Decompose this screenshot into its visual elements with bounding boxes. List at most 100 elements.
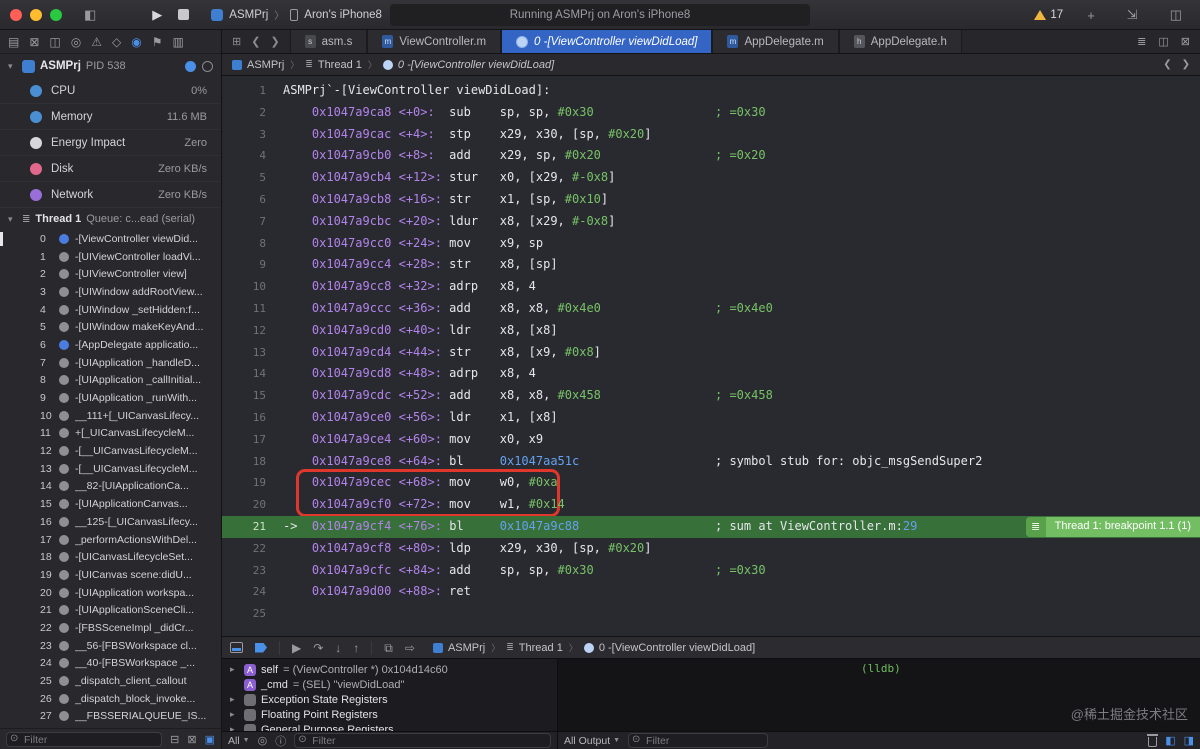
asm-line[interactable]: 15 0x1047a9cdc <+52>: add x8, x8, #0x458… [222, 385, 1200, 407]
forward-chevron-icon[interactable]: ❯ [1182, 59, 1190, 70]
asm-line[interactable]: 5 0x1047a9cb4 <+12>: stur x0, [x29, #-0x… [222, 167, 1200, 189]
close-window-button[interactable] [10, 8, 22, 21]
stack-frame-row[interactable]: 26 _dispatch_block_invoke... [0, 690, 221, 708]
stack-frame-row[interactable]: 9 -[UIApplication _runWith... [0, 389, 221, 407]
asm-line[interactable]: 18 0x1047a9ce8 <+64>: bl 0x1047aa51c ; sy… [222, 451, 1200, 473]
info-icon[interactable]: ⓘ [275, 733, 286, 749]
stack-frame-row[interactable]: 23 __56-[FBSWorkspace cl... [0, 637, 221, 655]
hide-debug-area-icon[interactable] [230, 642, 243, 653]
variable-row[interactable]: ▸ Floating Point Registers [222, 707, 557, 722]
variable-row[interactable]: ▸ Aself = (ViewController *) 0x104d14c60 [222, 662, 557, 677]
stack-frame-row[interactable]: 0 -[ViewController viewDid... [0, 230, 221, 248]
stack-frame-row[interactable]: 13 -[__UICanvasLifecycleM... [0, 460, 221, 478]
stack-frame-row[interactable]: 21 -[UIApplicationSceneCli... [0, 601, 221, 619]
stack-frame-row[interactable]: 12 -[__UICanvasLifecycleM... [0, 442, 221, 460]
run-button[interactable]: ▶ [152, 7, 162, 23]
clear-console-icon[interactable] [1147, 734, 1159, 747]
disclosure-triangle-icon[interactable]: ▸ [230, 709, 239, 720]
memory-graph-icon[interactable] [185, 60, 196, 72]
debug-navigator-icon[interactable]: ◉ [131, 36, 141, 48]
asm-line[interactable]: 13 0x1047a9cd4 <+44>: str x8, [x9, #0x8] [222, 342, 1200, 364]
disclosure-triangle-icon[interactable]: ▸ [230, 724, 239, 731]
jumpbar-crumb-thread[interactable]: ≣ Thread 1 [305, 59, 362, 71]
report-navigator-icon[interactable]: ▥ [172, 36, 183, 48]
continue-execution-icon[interactable]: ▶ [292, 642, 301, 654]
stack-frame-row[interactable]: 4 -[UIWindow _setHidden:f... [0, 301, 221, 319]
console-filter-input[interactable] [628, 733, 769, 748]
stack-frame-row[interactable]: 8 -[UIApplication _callInitial... [0, 372, 221, 390]
stack-frame-row[interactable]: 17 _performActionsWithDel... [0, 531, 221, 549]
gauge-row-memory[interactable]: Memory 11.6 MB [0, 104, 221, 130]
disclosure-triangle-icon[interactable]: ▾ [8, 61, 17, 72]
editor-tab[interactable]: 0 -[ViewController viewDidLoad] [501, 30, 713, 53]
stack-frame-row[interactable]: 20 -[UIApplication workspa... [0, 584, 221, 602]
stack-frame-row[interactable]: 25 _dispatch_client_callout [0, 672, 221, 690]
stack-frame-row[interactable]: 10 __111+[_UICanvasLifecy... [0, 407, 221, 425]
stack-frame-row[interactable]: 1 -[UIViewController loadVi... [0, 248, 221, 266]
zoom-window-button[interactable] [50, 8, 62, 21]
gauge-row-network[interactable]: Network Zero KB/s [0, 182, 221, 208]
variable-row[interactable]: ▸ Exception State Registers [222, 692, 557, 707]
asm-line[interactable]: 14 0x1047a9cd8 <+48>: adrp x8, 4 [222, 363, 1200, 385]
editor-tab[interactable]: m ViewController.m [367, 30, 502, 53]
gauge-row-energy-impact[interactable]: Energy Impact Zero [0, 130, 221, 156]
disclosure-triangle-icon[interactable]: ▾ [8, 214, 17, 225]
step-out-icon[interactable]: ↑ [353, 642, 359, 654]
stack-frame-row[interactable]: 18 -[UICanvasLifecycleSet... [0, 548, 221, 566]
jumpbar-crumb-project[interactable]: ASMPrj [232, 59, 284, 71]
process-row[interactable]: ▾ ASMPrj PID 538 [0, 54, 221, 78]
back-chevron-icon[interactable]: ❮ [1163, 59, 1171, 70]
asm-line[interactable]: 24 0x1047a9d00 <+88>: ret [222, 581, 1200, 603]
stack-frame-row[interactable]: 6 -[AppDelegate applicatio... [0, 336, 221, 354]
symbol-navigator-icon[interactable]: ◫ [49, 36, 60, 48]
back-chevron-icon[interactable]: ❮ [251, 35, 260, 48]
show-crashed-threads-icon[interactable]: ⊟ [170, 733, 179, 746]
navigator-filter-input[interactable] [6, 732, 163, 747]
console-scope-selector[interactable]: All Output ▼ [564, 735, 620, 747]
minimize-window-button[interactable] [30, 8, 42, 21]
project-navigator-icon[interactable]: ▤ [8, 36, 19, 48]
view-hierarchy-icon[interactable]: ⧉ [384, 642, 393, 654]
related-items-icon[interactable]: ⊞ [232, 35, 241, 48]
test-navigator-icon[interactable]: ◇ [112, 36, 121, 48]
asm-line[interactable]: 4 0x1047a9cb0 <+8>: add x29, sp, #0x20 ; … [222, 145, 1200, 167]
toggle-toolbar-icon[interactable]: ◧ [84, 7, 96, 23]
show-console-view-icon[interactable]: ◨ [1184, 734, 1194, 747]
close-editor-icon[interactable]: ⊠ [1181, 35, 1190, 48]
asm-line[interactable]: 6 0x1047a9cb8 <+16>: str x1, [sp, #0x10] [222, 189, 1200, 211]
asm-line[interactable]: 17 0x1047a9ce4 <+60>: mov x0, x9 [222, 429, 1200, 451]
stack-frame-row[interactable]: 27 __FBSSERIALQUEUE_IS... [0, 708, 221, 726]
issue-navigator-icon[interactable]: ⚠ [91, 36, 102, 48]
gauge-row-cpu[interactable]: CPU 0% [0, 78, 221, 104]
scheme-selector[interactable]: ASMPrj 〉 Aron's iPhone8 [211, 7, 382, 22]
stack-frame-row[interactable]: 2 -[UIViewController view] [0, 265, 221, 283]
step-into-icon[interactable]: ↓ [335, 642, 341, 654]
asm-line[interactable]: 2 0x1047a9ca8 <+0>: sub sp, sp, #0x30 ; =… [222, 102, 1200, 124]
variable-row[interactable]: A _cmd = (SEL) "viewDidLoad" [222, 677, 557, 692]
forward-chevron-icon[interactable]: ❯ [270, 35, 279, 48]
breakpoint-hit-badge[interactable]: ≣ Thread 1: breakpoint 1.1 (1) [1025, 516, 1200, 537]
stack-frame-row[interactable]: 24 __40-[FBSWorkspace _... [0, 655, 221, 673]
asm-line[interactable]: 3 0x1047a9cac <+4>: stp x29, x30, [sp, #… [222, 124, 1200, 146]
editor-tab[interactable]: m AppDelegate.m [712, 30, 839, 53]
stack-frame-row[interactable]: 22 -[FBSSceneImpl _didCr... [0, 619, 221, 637]
breakpoints-toggle-icon[interactable] [255, 642, 267, 653]
asm-line[interactable]: 8 0x1047a9cc0 <+24>: mov x9, sp [222, 233, 1200, 255]
asm-line[interactable]: 7 0x1047a9cbc <+20>: ldur x8, [x29, #-0x… [222, 211, 1200, 233]
add-editor-icon[interactable]: ◫ [1158, 35, 1168, 48]
stack-frame-row[interactable]: 15 -[UIApplicationCanvas... [0, 495, 221, 513]
stack-frame-row[interactable]: 14 __82-[UIApplicationCa... [0, 478, 221, 496]
asm-line[interactable]: 20 0x1047a9cf0 <+72>: mov w1, #0x14 [222, 494, 1200, 516]
stack-frame-row[interactable]: 5 -[UIWindow makeKeyAnd... [0, 318, 221, 336]
debugbar-crumb-frame[interactable]: 0 -[ViewController viewDidLoad] [583, 642, 755, 654]
variables-scope-selector[interactable]: All ▼ [228, 735, 250, 747]
asm-line[interactable]: 10 0x1047a9cc8 <+32>: adrp x8, 4 [222, 276, 1200, 298]
gauge-row-disk[interactable]: Disk Zero KB/s [0, 156, 221, 182]
disclosure-triangle-icon[interactable]: ▸ [230, 664, 239, 675]
source-control-icon[interactable]: ⊠ [29, 36, 39, 48]
editor-panes-icon[interactable]: ◫ [1170, 7, 1182, 23]
debugbar-crumb-process[interactable]: ASMPrj [432, 642, 485, 654]
variables-filter-input[interactable] [294, 733, 551, 748]
quicklook-icon[interactable]: ◎ [258, 734, 268, 747]
asm-line[interactable]: 11 0x1047a9ccc <+36>: add x8, x8, #0x4e0… [222, 298, 1200, 320]
